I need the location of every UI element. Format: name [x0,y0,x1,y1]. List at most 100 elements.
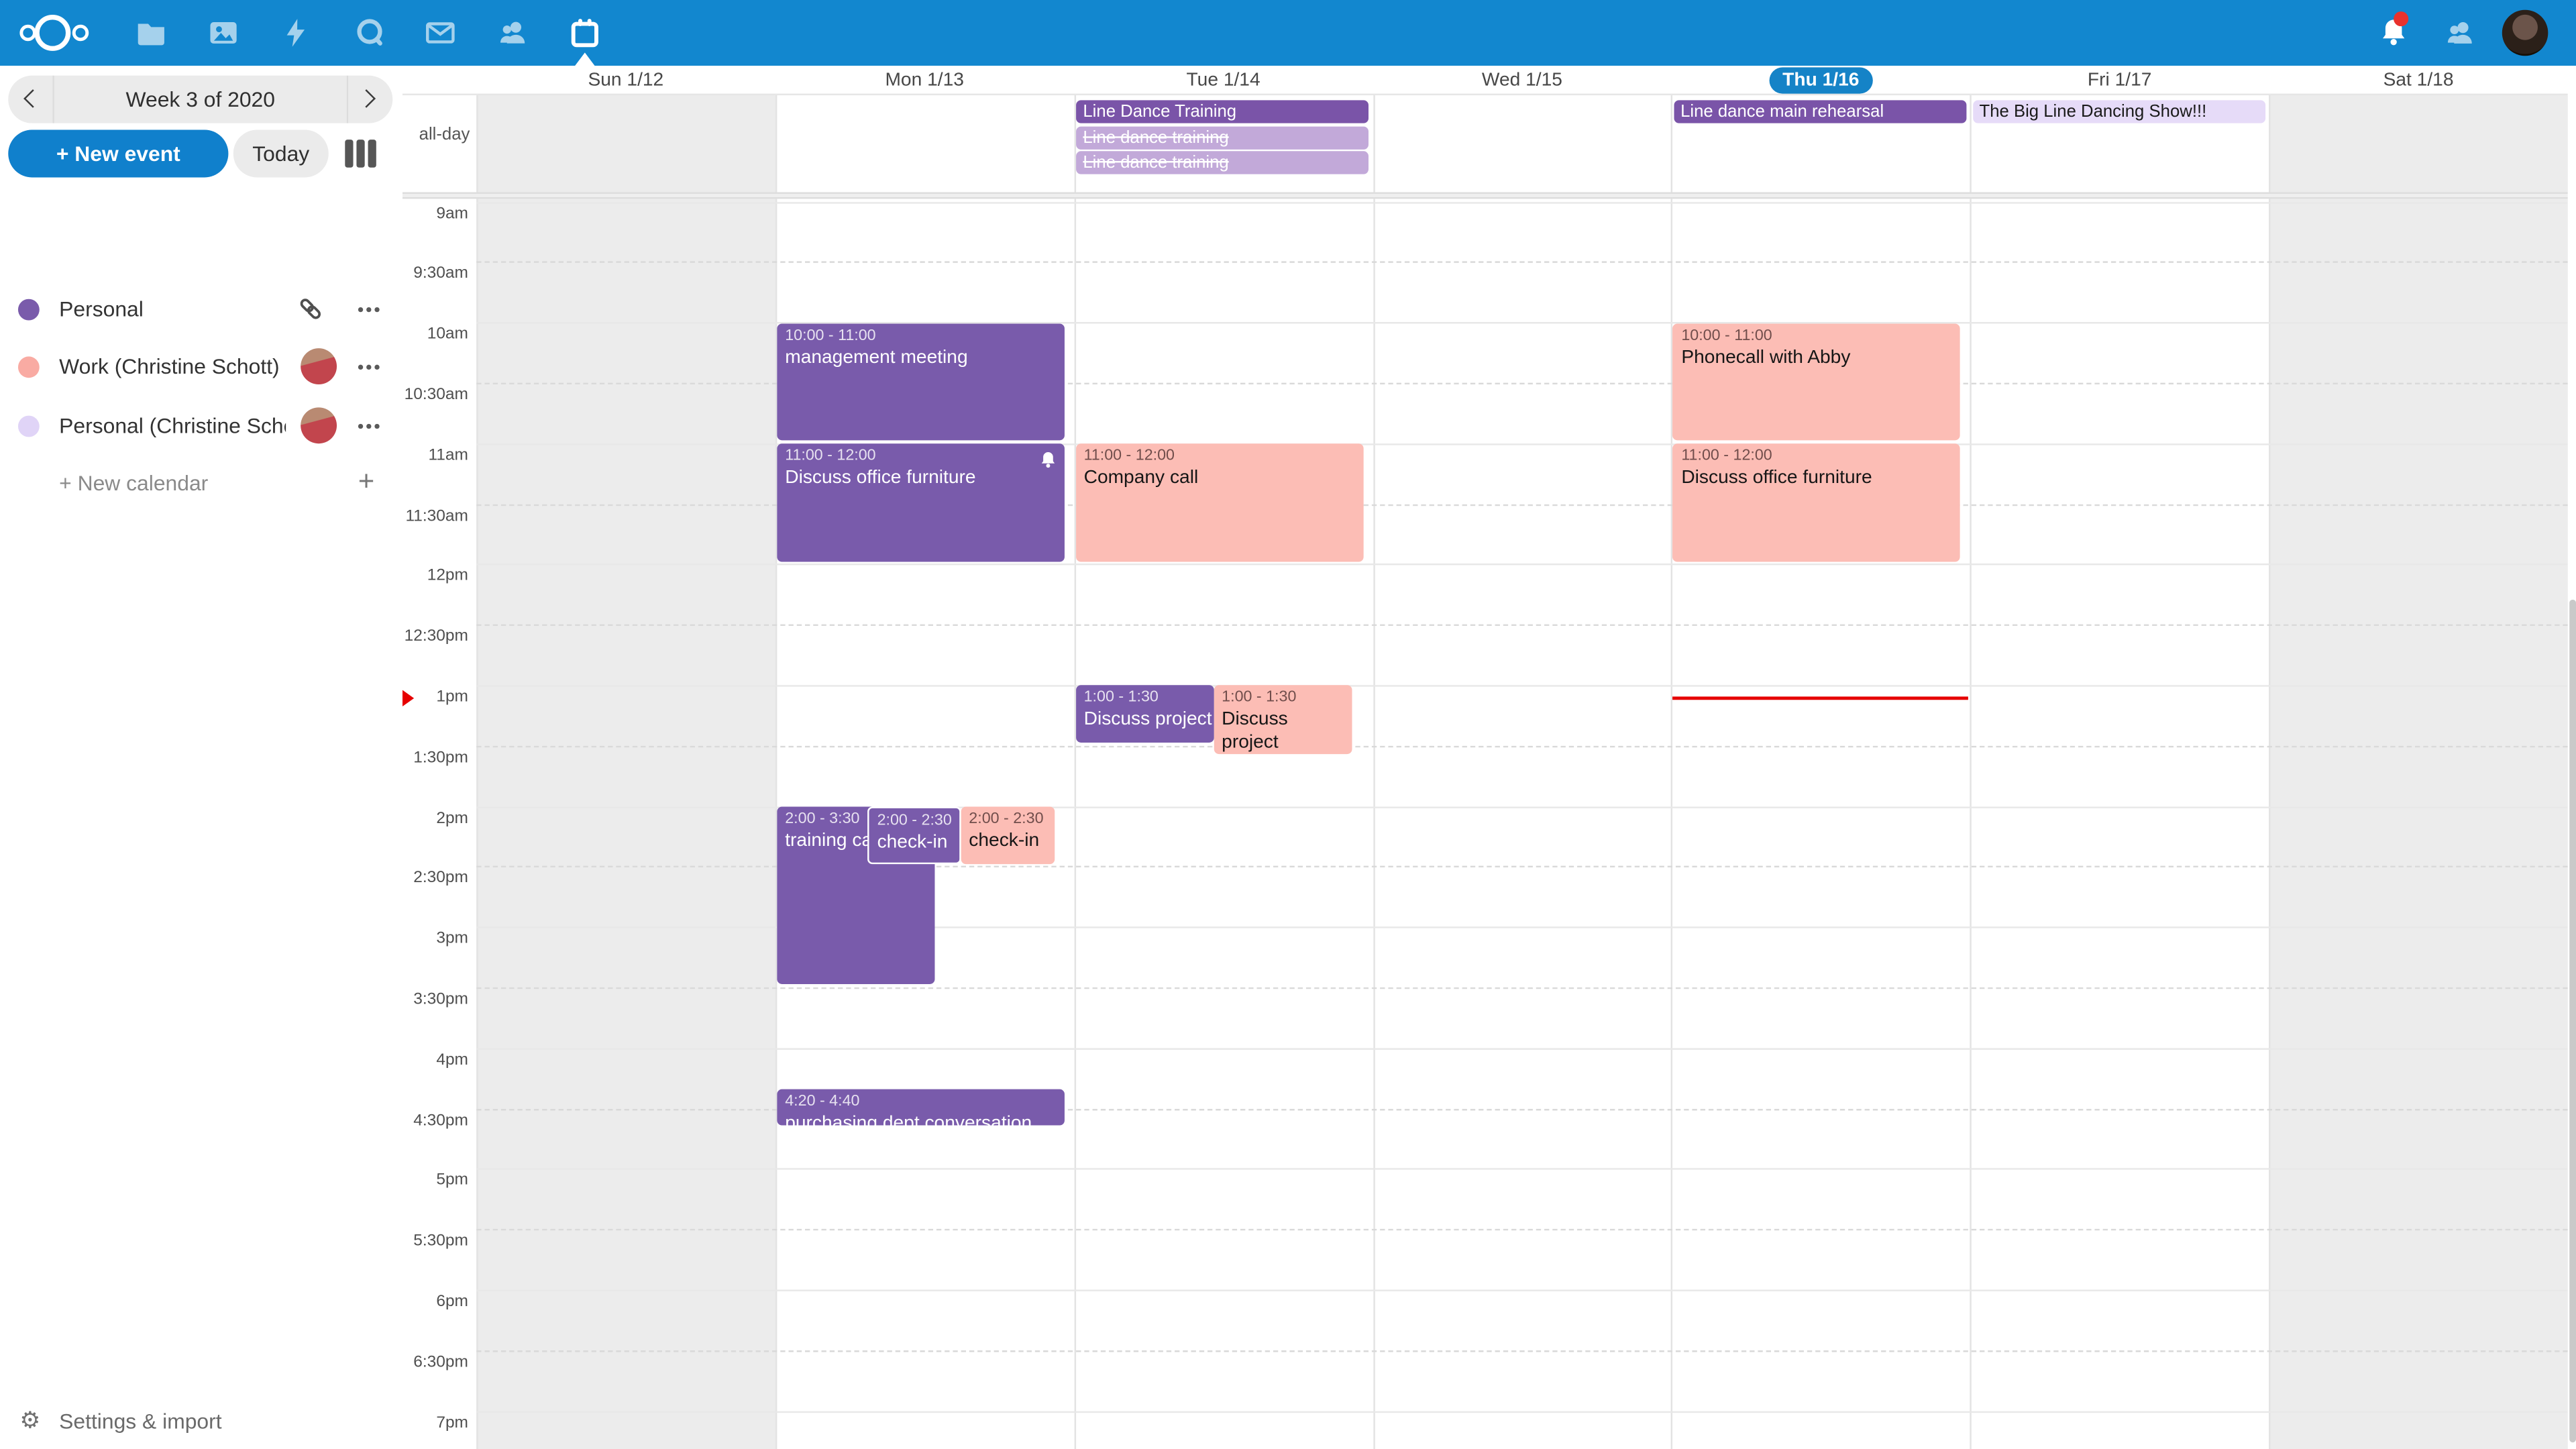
calendar-event[interactable]: 2:00 - 2:30check-in [961,806,1054,863]
new-calendar-button[interactable]: + New calendar + [0,467,402,500]
chevron-right-icon [357,89,376,108]
user-avatar[interactable] [2502,10,2548,56]
event-title: check-in [969,830,1046,853]
today-button[interactable]: Today [233,129,329,177]
calendar-event[interactable]: 4:20 - 4:40purchasing dept conversation [777,1089,1064,1126]
event-time: 10:00 - 11:00 [1681,326,1952,345]
time-axis-label: 6:30pm [402,1353,468,1371]
time-axis-label: 12pm [402,568,468,586]
week-navigation: Week 3 of 2020 [8,76,392,123]
calendar-event[interactable]: 10:00 - 11:00management meeting [777,323,1064,440]
time-axis-label: 10am [402,325,468,343]
time-gridline [476,1350,2568,1351]
time-axis-label: 11:30am [402,507,468,525]
active-app-pointer [575,52,594,66]
day-header: Tue 1/14 [1074,66,1373,95]
new-event-button[interactable]: + New event [8,129,228,177]
contacts-icon[interactable] [496,16,529,49]
reminder-bell-icon [1038,449,1057,468]
event-time: 1:00 - 1:30 [1222,689,1343,708]
calendar-week-view: Sun 1/12Mon 1/13Tue 1/14Wed 1/15Thu 1/16… [402,66,2576,1449]
contacts-menu-icon[interactable] [2443,16,2476,49]
share-link-icon[interactable] [296,294,325,323]
event-title: Discuss project announcement [1084,708,1205,731]
calendar-event[interactable]: 11:00 - 12:00Discuss office furniture [777,444,1064,561]
event-time: 1:00 - 1:30 [1084,689,1205,708]
calendar-name-label: Work (Christine Schott) [59,354,280,379]
gear-icon: ⚙ [19,1407,40,1435]
event-time: 11:00 - 12:00 [1681,447,1952,467]
event-time: 11:00 - 12:00 [1084,447,1355,467]
time-axis-label: 7pm [402,1413,468,1432]
day-header: Sun 1/12 [476,66,775,95]
folder-icon[interactable] [135,16,168,49]
sidebar-calendar-item[interactable]: Personal (Christine Scho…) [0,402,402,449]
event-title: purchasing dept conversation [785,1112,1056,1126]
scrollbar-thumb[interactable] [2569,600,2575,1442]
day-header: Fri 1/17 [1970,66,2269,95]
talk-icon[interactable] [354,16,386,49]
mail-icon[interactable] [424,16,457,49]
time-gridline [476,987,2568,989]
calendar-actions-menu-icon[interactable] [358,307,381,311]
calendar-event[interactable]: 10:00 - 11:00Phonecall with Abby [1673,323,1960,440]
notification-badge [2394,11,2408,26]
app-header [0,0,2576,66]
time-gridline [476,1410,2568,1411]
current-time-arrow [402,690,414,706]
all-day-event[interactable]: Line dance training [1077,125,1369,148]
sidebar-calendar-item[interactable]: Work (Christine Schott) [0,343,402,390]
bell-icon[interactable] [2377,16,2410,49]
calendar-event[interactable]: 1:00 - 1:30Discuss project announcement [1214,686,1352,754]
time-axis-label: 11am [402,446,468,464]
view-switcher-button[interactable] [340,140,383,168]
vertical-scrollbar[interactable] [2568,66,2576,1449]
calendar-name-label: Personal [59,297,144,321]
chevron-left-icon [23,89,42,108]
calendar-event[interactable]: 11:00 - 12:00Discuss office furniture [1673,444,1960,561]
next-week-button[interactable] [347,76,393,123]
nextcloud-logo-icon[interactable] [19,15,99,51]
nextcloud-calendar-app: Week 3 of 2020 + New event Today Persona… [0,0,2576,1449]
calendar-event[interactable]: 1:00 - 1:30Discuss project announcement [1075,686,1214,743]
time-gridline [476,262,2568,263]
calendar-event[interactable]: 2:00 - 2:30check-in [867,806,961,863]
event-time: 11:00 - 12:00 [785,447,1056,467]
all-day-event[interactable]: The Big Line Dancing Show!!! [1973,100,2265,123]
event-title: Discuss office furniture [1681,467,1952,490]
all-day-event[interactable]: Line dance training [1077,151,1369,174]
activity-icon[interactable] [279,16,312,49]
all-day-event[interactable]: Line dance main rehearsal [1674,100,1966,123]
previous-week-button[interactable] [8,76,54,123]
event-title: management meeting [785,346,1056,369]
plus-icon: + [358,466,374,498]
settings-label: Settings & import [59,1409,221,1434]
calendar-actions-menu-icon[interactable] [358,423,381,428]
event-time: 4:20 - 4:40 [785,1092,1056,1112]
time-axis-label: 2pm [402,809,468,827]
day-header-row: Sun 1/12Mon 1/13Tue 1/14Wed 1/15Thu 1/16… [402,66,2576,95]
time-axis-label: 4pm [402,1051,468,1069]
event-time: 2:00 - 2:30 [969,810,1046,829]
all-day-event[interactable]: Line Dance Training [1077,100,1369,123]
event-title: Discuss project announcement [1222,708,1343,754]
day-header: Mon 1/13 [775,66,1074,95]
time-gridline [476,1169,2568,1170]
sidebar-calendar-item[interactable]: Personal [0,289,402,329]
calendar-actions-menu-icon[interactable] [358,364,381,368]
time-axis-label: 9:30am [402,265,468,283]
time-gridline [476,201,2568,203]
time-axis-label: 3:30pm [402,990,468,1008]
week-label[interactable]: Week 3 of 2020 [58,76,343,123]
calendar-icon[interactable] [568,16,601,49]
calendar-event[interactable]: 11:00 - 12:00Company call [1075,444,1362,561]
calendar-owner-avatar [301,348,337,384]
calendar-owner-avatar [301,407,337,443]
event-title: Company call [1084,467,1355,490]
settings-import-button[interactable]: ⚙ Settings & import [0,1405,402,1438]
time-axis-label: 12:30pm [402,628,468,646]
photos-icon[interactable] [207,16,240,49]
time-gridline [476,1289,2568,1291]
time-axis-label: 4:30pm [402,1112,468,1130]
time-gridline [476,745,2568,747]
